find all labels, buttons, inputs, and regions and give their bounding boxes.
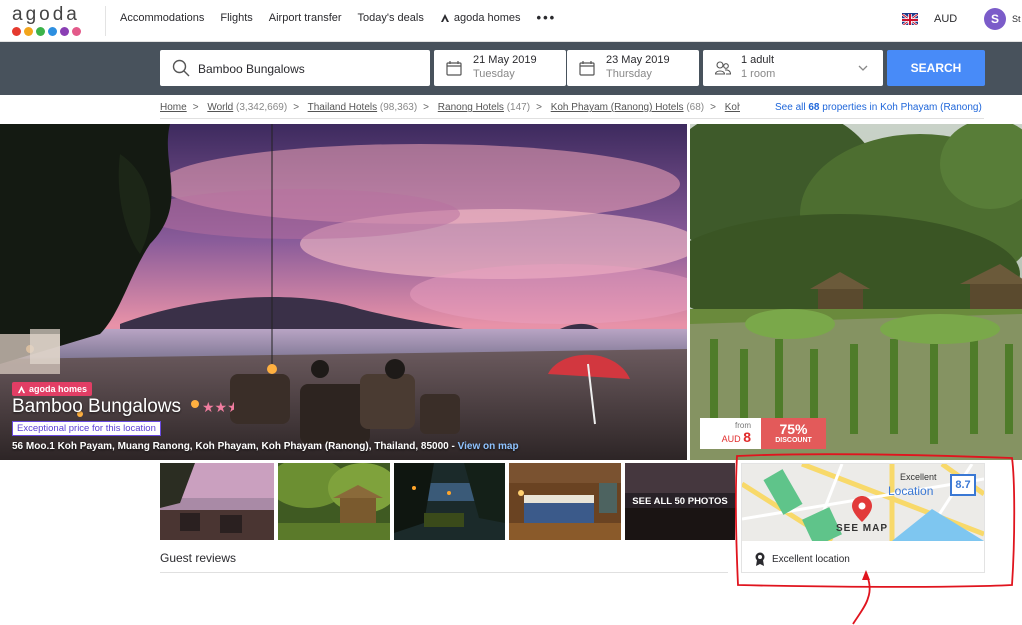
checkin-day: Tuesday — [473, 68, 515, 80]
destination-search-input[interactable]: Bamboo Bungalows — [160, 50, 430, 86]
destination-value: Bamboo Bungalows — [198, 62, 305, 76]
nav-todays-deals[interactable]: Today's deals — [358, 12, 424, 24]
price-currency: AUD — [721, 434, 741, 444]
excellent-location-text: Excellent location — [772, 553, 850, 565]
user-name[interactable]: St — [1012, 14, 1021, 24]
price-amount: AUD 8 — [722, 429, 751, 445]
checkout-date-field[interactable]: 23 May 2019 Thursday — [567, 50, 699, 86]
breadcrumb-koh-phayam[interactable]: Koh Phayam (Ranong) Hotels — [551, 102, 684, 113]
logo-text: agoda — [12, 4, 80, 25]
thumbnail-photo[interactable] — [160, 463, 274, 540]
guest-reviews-heading: Guest reviews — [160, 551, 237, 565]
map-pin-icon — [852, 496, 872, 522]
breadcrumb-count: (3,342,669) — [236, 102, 288, 113]
agoda-homes-badge: agoda homes — [12, 382, 93, 396]
breadcrumb-thailand[interactable]: Thailand Hotels — [308, 102, 377, 113]
user-avatar[interactable]: S — [984, 8, 1006, 30]
discount-percent: 75% — [779, 421, 808, 437]
see-map-label: SEE MAP — [836, 523, 889, 534]
adults-count: 1 adult — [741, 54, 775, 66]
more-menu-button[interactable]: ••• — [537, 11, 557, 24]
checkout-date: 23 May 2019 — [606, 54, 670, 66]
location-score: 8.7 — [950, 474, 976, 496]
see-all-suffix: properties in Koh Phayam (Ranong) — [822, 102, 982, 113]
location-map-card[interactable]: Excellent Location 8.7 SEE MAP Excellent… — [741, 463, 985, 573]
nav-accommodations[interactable]: Accommodations — [120, 12, 204, 24]
breadcrumb-count: (68) — [686, 102, 705, 113]
breadcrumb-truncated[interactable]: Koh Ph — [725, 102, 740, 113]
discount-box: 75% DISCOUNT — [761, 418, 826, 449]
top-nav: agoda Accommodations Flights Airport tra… — [0, 0, 1022, 42]
main-nav: Accommodations Flights Airport transfer … — [120, 11, 572, 24]
nav-airport-transfer[interactable]: Airport transfer — [269, 12, 342, 24]
side-photo-garden[interactable] — [690, 124, 1022, 460]
location-label: Location — [888, 484, 934, 498]
currency-selector[interactable]: AUD — [934, 13, 957, 25]
search-button[interactable]: SEARCH — [887, 50, 985, 86]
see-all-photos-tile[interactable]: SEE ALL 50 PHOTOS — [625, 463, 735, 540]
price-badge[interactable]: from AUD 8 75% DISCOUNT — [700, 418, 826, 449]
view-on-map-link[interactable]: View on map — [458, 441, 519, 452]
breadcrumb-count: (147) — [506, 102, 531, 113]
breadcrumb-world[interactable]: World — [207, 102, 233, 113]
award-ribbon-icon — [755, 552, 765, 566]
divider — [160, 572, 728, 573]
breadcrumb-ranong[interactable]: Ranong Hotels — [438, 102, 504, 113]
logo-divider — [105, 6, 106, 36]
thumbnail-photo[interactable] — [509, 463, 621, 540]
excellent-label: Excellent — [900, 472, 937, 482]
chevron-down-icon — [858, 65, 868, 71]
thumbnail-photo[interactable] — [278, 463, 390, 540]
breadcrumb: Home > World (3,342,669) > Thailand Hotels… — [160, 102, 740, 113]
see-all-prefix: See all — [775, 102, 806, 113]
nav-flights[interactable]: Flights — [220, 12, 252, 24]
price-from-box: from AUD 8 — [700, 418, 761, 449]
see-all-properties-link[interactable]: See all 68 properties in Koh Phayam (Ran… — [775, 102, 982, 113]
occupancy-selector[interactable]: 1 adult 1 room — [703, 50, 883, 86]
calendar-icon — [579, 61, 595, 76]
checkin-date-field[interactable]: 21 May 2019 Tuesday — [434, 50, 566, 86]
breadcrumb-home[interactable]: Home — [160, 102, 187, 113]
logo-dots — [12, 27, 82, 36]
calendar-icon — [446, 61, 462, 76]
see-all-photos-label: SEE ALL 50 PHOTOS — [625, 463, 735, 540]
uk-flag-icon[interactable] — [902, 13, 918, 25]
agoda-logo[interactable]: agoda — [12, 4, 82, 36]
thumbnail-photo[interactable] — [394, 463, 505, 540]
hotel-address: 56 Moo.1 Koh Payam, Muang Ranong, Koh Ph… — [12, 441, 519, 452]
guests-icon — [715, 61, 731, 75]
discount-label: DISCOUNT — [775, 437, 812, 444]
rooms-count: 1 room — [741, 68, 776, 80]
homes-logo-icon — [17, 385, 26, 393]
see-all-count: 68 — [808, 102, 820, 113]
homes-logo-icon — [440, 14, 449, 22]
star-rating: ★★★ — [202, 399, 234, 416]
nav-agoda-homes-label: agoda homes — [453, 12, 521, 24]
star-full-icons: ★★ — [202, 399, 228, 415]
checkout-day: Thursday — [606, 68, 652, 80]
hotel-name: Bamboo Bungalows — [12, 396, 181, 417]
price-value: 8 — [743, 429, 751, 445]
search-icon — [172, 59, 190, 77]
star-half-icon: ★ — [227, 399, 235, 415]
divider — [160, 118, 984, 119]
checkin-date: 21 May 2019 — [473, 54, 537, 66]
agoda-homes-badge-label: agoda homes — [29, 384, 88, 394]
exceptional-price-badge: Exceptional price for this location — [12, 421, 161, 436]
excellent-location-row: Excellent location — [754, 552, 850, 566]
hotel-page: agoda Accommodations Flights Airport tra… — [0, 0, 1022, 625]
search-bar: Bamboo Bungalows 21 May 2019 Tuesday 23 … — [0, 42, 1022, 95]
nav-agoda-homes[interactable]: agoda homes — [440, 12, 521, 24]
hotel-address-text: 56 Moo.1 Koh Payam, Muang Ranong, Koh Ph… — [12, 441, 455, 452]
breadcrumb-count: (98,363) — [379, 102, 418, 113]
